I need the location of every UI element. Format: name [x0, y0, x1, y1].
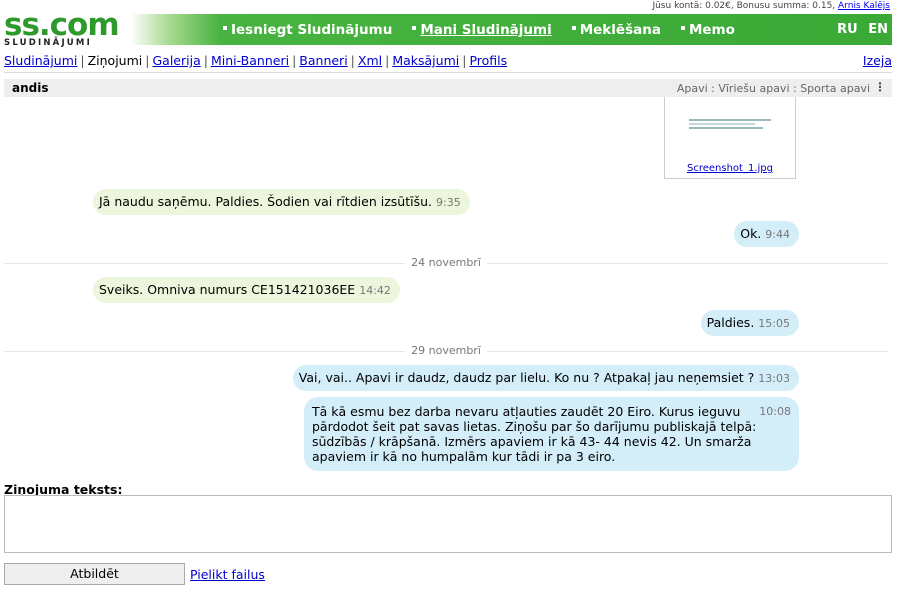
- sub-nav: Sludinājumi | Ziņojumi | Galerija | Mini-Banne…: [4, 53, 892, 68]
- message-time: 9:44: [765, 228, 790, 241]
- bullet-icon: [571, 26, 576, 30]
- conversation-header: andis Apavi : Vīriešu apavi : Sporta apa…: [4, 79, 892, 97]
- message-time: 15:05: [758, 317, 790, 330]
- subnav-banners[interactable]: Banneri: [299, 53, 347, 68]
- message-text: Sveiks. Omniva numurs CE151421036EE: [99, 282, 356, 297]
- divider: [4, 72, 892, 73]
- date-label: 24 novembrī: [405, 256, 487, 269]
- message-text: Jā naudu saņēmu. Paldies. Šodien vai rīt…: [99, 194, 432, 209]
- message-text: Ok.: [740, 226, 762, 241]
- nav-submit-ad[interactable]: Iesniegt Sludinājumu: [223, 22, 392, 40]
- message-text: Tā kā esmu bez darba nevaru atļauties za…: [312, 404, 757, 464]
- date-separator: 29 novembrī: [4, 344, 888, 357]
- lang-ru[interactable]: RU: [837, 22, 858, 37]
- bullet-icon: [680, 26, 685, 30]
- bullet-icon: [223, 26, 227, 30]
- language-switch: RU EN: [831, 22, 888, 37]
- attachment-card[interactable]: Screenshot_1.jpg: [664, 97, 796, 179]
- reply-button[interactable]: Atbildēt: [4, 563, 185, 585]
- subnav-gallery[interactable]: Galerija: [152, 53, 200, 68]
- attach-files-link[interactable]: Pielikt failus: [190, 567, 265, 582]
- message-out: Paldies. 15:05: [700, 310, 799, 336]
- message-time: 13:03: [758, 372, 790, 385]
- subnav-xml[interactable]: Xml: [358, 53, 382, 68]
- logout-link[interactable]: Izeja: [863, 53, 892, 68]
- bullet-icon: [412, 26, 417, 30]
- subnav-ads[interactable]: Sludinājumi: [4, 53, 77, 68]
- message-text: Paldies.: [706, 315, 755, 330]
- date-label: 29 novembrī: [405, 344, 487, 357]
- message-time: 14:42: [359, 284, 391, 297]
- subnav-messages: Ziņojumi: [87, 53, 143, 68]
- date-separator: 24 novembrī: [4, 256, 888, 269]
- user-name-link[interactable]: Arnis Kalējs: [838, 1, 890, 11]
- main-nav: Iesniegt Sludinājumu Mani Sludinājumi Me…: [223, 22, 755, 40]
- reply-textarea[interactable]: [4, 495, 892, 553]
- ad-category: Apavi : Vīriešu apavi : Sporta apavi: [676, 82, 870, 95]
- nav-memo[interactable]: Memo: [680, 22, 735, 40]
- account-balance: Jūsu kontā: 0.02€, Bonusu summa: 0.15, A…: [652, 0, 890, 13]
- image-thumbnail[interactable]: [689, 119, 771, 133]
- logo-text: ss.com: [4, 7, 120, 43]
- nav-search[interactable]: Meklēšana: [571, 22, 661, 40]
- partner-name: andis: [12, 81, 49, 95]
- message-in: Sveiks. Omniva numurs CE151421036EE 14:42: [93, 277, 400, 303]
- message-time: 10:08: [759, 405, 791, 418]
- site-logo[interactable]: ss.com SLUDINĀJUMI: [4, 10, 130, 48]
- nav-my-ads[interactable]: Mani Sludinājumi: [412, 22, 552, 40]
- message-in: Jā naudu saņēmu. Paldies. Šodien vai rīt…: [93, 189, 470, 215]
- balance-text: Jūsu kontā: 0.02€, Bonusu summa: 0.15,: [652, 1, 836, 11]
- lang-en[interactable]: EN: [868, 22, 888, 37]
- subnav-mini-banners[interactable]: Mini-Banneri: [211, 53, 289, 68]
- message-text: Vai, vai.. Apavi ir daudz, daudz par lie…: [298, 370, 755, 385]
- message-out: Vai, vai.. Apavi ir daudz, daudz par lie…: [292, 365, 799, 391]
- attachment-filename[interactable]: Screenshot_1.jpg: [665, 163, 795, 174]
- subnav-profile[interactable]: Profils: [469, 53, 507, 68]
- message-out: Tā kā esmu bez darba nevaru atļauties za…: [304, 397, 799, 471]
- more-options-icon[interactable]: ⋮: [874, 80, 886, 94]
- subnav-payments[interactable]: Maksājumi: [392, 53, 459, 68]
- message-out: Ok. 9:44: [734, 221, 799, 247]
- message-time: 9:35: [436, 196, 461, 209]
